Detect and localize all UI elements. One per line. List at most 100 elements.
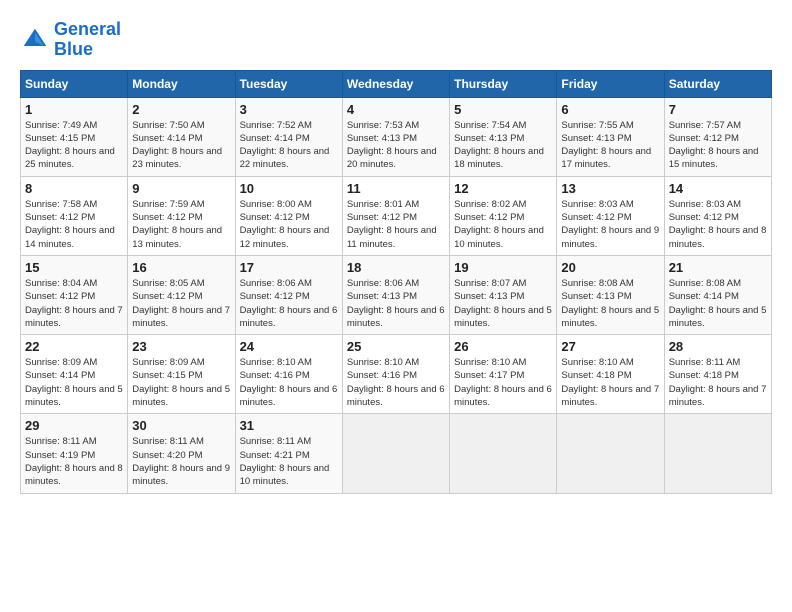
calendar-body: 1 Sunrise: 7:49 AM Sunset: 4:15 PM Dayli… bbox=[21, 97, 772, 493]
calendar-cell bbox=[557, 414, 664, 493]
header-day-thursday: Thursday bbox=[450, 70, 557, 97]
day-number: 10 bbox=[240, 181, 338, 196]
calendar-week-5: 29 Sunrise: 8:11 AM Sunset: 4:19 PM Dayl… bbox=[21, 414, 772, 493]
calendar-cell: 8 Sunrise: 7:58 AM Sunset: 4:12 PM Dayli… bbox=[21, 176, 128, 255]
day-info: Sunrise: 7:50 AM Sunset: 4:14 PM Dayligh… bbox=[132, 119, 230, 172]
day-number: 25 bbox=[347, 339, 445, 354]
calendar-cell: 18 Sunrise: 8:06 AM Sunset: 4:13 PM Dayl… bbox=[342, 255, 449, 334]
day-info: Sunrise: 8:11 AM Sunset: 4:21 PM Dayligh… bbox=[240, 435, 338, 488]
day-number: 21 bbox=[669, 260, 767, 275]
calendar-cell: 6 Sunrise: 7:55 AM Sunset: 4:13 PM Dayli… bbox=[557, 97, 664, 176]
day-info: Sunrise: 8:06 AM Sunset: 4:13 PM Dayligh… bbox=[347, 277, 445, 330]
logo-icon bbox=[20, 25, 50, 55]
calendar-cell bbox=[342, 414, 449, 493]
calendar-cell: 4 Sunrise: 7:53 AM Sunset: 4:13 PM Dayli… bbox=[342, 97, 449, 176]
day-number: 13 bbox=[561, 181, 659, 196]
day-info: Sunrise: 7:52 AM Sunset: 4:14 PM Dayligh… bbox=[240, 119, 338, 172]
calendar-week-4: 22 Sunrise: 8:09 AM Sunset: 4:14 PM Dayl… bbox=[21, 335, 772, 414]
calendar-cell: 16 Sunrise: 8:05 AM Sunset: 4:12 PM Dayl… bbox=[128, 255, 235, 334]
day-number: 1 bbox=[25, 102, 123, 117]
header-day-monday: Monday bbox=[128, 70, 235, 97]
calendar-cell: 9 Sunrise: 7:59 AM Sunset: 4:12 PM Dayli… bbox=[128, 176, 235, 255]
calendar-cell: 11 Sunrise: 8:01 AM Sunset: 4:12 PM Dayl… bbox=[342, 176, 449, 255]
day-info: Sunrise: 7:59 AM Sunset: 4:12 PM Dayligh… bbox=[132, 198, 230, 251]
day-info: Sunrise: 8:10 AM Sunset: 4:16 PM Dayligh… bbox=[240, 356, 338, 409]
day-number: 20 bbox=[561, 260, 659, 275]
calendar-cell: 29 Sunrise: 8:11 AM Sunset: 4:19 PM Dayl… bbox=[21, 414, 128, 493]
day-info: Sunrise: 8:03 AM Sunset: 4:12 PM Dayligh… bbox=[561, 198, 659, 251]
header-day-wednesday: Wednesday bbox=[342, 70, 449, 97]
day-number: 19 bbox=[454, 260, 552, 275]
calendar-cell bbox=[664, 414, 771, 493]
day-number: 12 bbox=[454, 181, 552, 196]
calendar-cell: 22 Sunrise: 8:09 AM Sunset: 4:14 PM Dayl… bbox=[21, 335, 128, 414]
day-info: Sunrise: 8:08 AM Sunset: 4:14 PM Dayligh… bbox=[669, 277, 767, 330]
day-info: Sunrise: 8:10 AM Sunset: 4:18 PM Dayligh… bbox=[561, 356, 659, 409]
day-info: Sunrise: 8:01 AM Sunset: 4:12 PM Dayligh… bbox=[347, 198, 445, 251]
calendar-cell: 27 Sunrise: 8:10 AM Sunset: 4:18 PM Dayl… bbox=[557, 335, 664, 414]
header-day-saturday: Saturday bbox=[664, 70, 771, 97]
day-info: Sunrise: 7:53 AM Sunset: 4:13 PM Dayligh… bbox=[347, 119, 445, 172]
calendar-cell: 26 Sunrise: 8:10 AM Sunset: 4:17 PM Dayl… bbox=[450, 335, 557, 414]
calendar-cell: 14 Sunrise: 8:03 AM Sunset: 4:12 PM Dayl… bbox=[664, 176, 771, 255]
calendar-cell: 31 Sunrise: 8:11 AM Sunset: 4:21 PM Dayl… bbox=[235, 414, 342, 493]
day-info: Sunrise: 7:55 AM Sunset: 4:13 PM Dayligh… bbox=[561, 119, 659, 172]
calendar-cell: 17 Sunrise: 8:06 AM Sunset: 4:12 PM Dayl… bbox=[235, 255, 342, 334]
day-info: Sunrise: 8:02 AM Sunset: 4:12 PM Dayligh… bbox=[454, 198, 552, 251]
day-number: 26 bbox=[454, 339, 552, 354]
day-info: Sunrise: 8:07 AM Sunset: 4:13 PM Dayligh… bbox=[454, 277, 552, 330]
calendar-cell: 24 Sunrise: 8:10 AM Sunset: 4:16 PM Dayl… bbox=[235, 335, 342, 414]
day-number: 2 bbox=[132, 102, 230, 117]
calendar-table: SundayMondayTuesdayWednesdayThursdayFrid… bbox=[20, 70, 772, 494]
day-number: 9 bbox=[132, 181, 230, 196]
calendar-cell: 25 Sunrise: 8:10 AM Sunset: 4:16 PM Dayl… bbox=[342, 335, 449, 414]
calendar-cell: 1 Sunrise: 7:49 AM Sunset: 4:15 PM Dayli… bbox=[21, 97, 128, 176]
calendar-cell: 30 Sunrise: 8:11 AM Sunset: 4:20 PM Dayl… bbox=[128, 414, 235, 493]
page-header: General Blue bbox=[20, 20, 772, 60]
day-info: Sunrise: 8:06 AM Sunset: 4:12 PM Dayligh… bbox=[240, 277, 338, 330]
calendar-cell: 23 Sunrise: 8:09 AM Sunset: 4:15 PM Dayl… bbox=[128, 335, 235, 414]
day-info: Sunrise: 8:11 AM Sunset: 4:18 PM Dayligh… bbox=[669, 356, 767, 409]
calendar-cell: 15 Sunrise: 8:04 AM Sunset: 4:12 PM Dayl… bbox=[21, 255, 128, 334]
calendar-cell: 3 Sunrise: 7:52 AM Sunset: 4:14 PM Dayli… bbox=[235, 97, 342, 176]
header-day-sunday: Sunday bbox=[21, 70, 128, 97]
day-info: Sunrise: 8:11 AM Sunset: 4:20 PM Dayligh… bbox=[132, 435, 230, 488]
day-number: 27 bbox=[561, 339, 659, 354]
day-info: Sunrise: 7:57 AM Sunset: 4:12 PM Dayligh… bbox=[669, 119, 767, 172]
day-info: Sunrise: 8:04 AM Sunset: 4:12 PM Dayligh… bbox=[25, 277, 123, 330]
day-number: 14 bbox=[669, 181, 767, 196]
day-number: 23 bbox=[132, 339, 230, 354]
calendar-week-3: 15 Sunrise: 8:04 AM Sunset: 4:12 PM Dayl… bbox=[21, 255, 772, 334]
day-info: Sunrise: 8:10 AM Sunset: 4:16 PM Dayligh… bbox=[347, 356, 445, 409]
calendar-cell: 19 Sunrise: 8:07 AM Sunset: 4:13 PM Dayl… bbox=[450, 255, 557, 334]
day-info: Sunrise: 7:54 AM Sunset: 4:13 PM Dayligh… bbox=[454, 119, 552, 172]
day-info: Sunrise: 7:58 AM Sunset: 4:12 PM Dayligh… bbox=[25, 198, 123, 251]
day-number: 30 bbox=[132, 418, 230, 433]
calendar-cell: 28 Sunrise: 8:11 AM Sunset: 4:18 PM Dayl… bbox=[664, 335, 771, 414]
calendar-cell: 13 Sunrise: 8:03 AM Sunset: 4:12 PM Dayl… bbox=[557, 176, 664, 255]
day-number: 22 bbox=[25, 339, 123, 354]
calendar-cell bbox=[450, 414, 557, 493]
calendar-cell: 20 Sunrise: 8:08 AM Sunset: 4:13 PM Dayl… bbox=[557, 255, 664, 334]
day-info: Sunrise: 8:11 AM Sunset: 4:19 PM Dayligh… bbox=[25, 435, 123, 488]
calendar-week-2: 8 Sunrise: 7:58 AM Sunset: 4:12 PM Dayli… bbox=[21, 176, 772, 255]
day-info: Sunrise: 7:49 AM Sunset: 4:15 PM Dayligh… bbox=[25, 119, 123, 172]
day-info: Sunrise: 8:03 AM Sunset: 4:12 PM Dayligh… bbox=[669, 198, 767, 251]
calendar-header: SundayMondayTuesdayWednesdayThursdayFrid… bbox=[21, 70, 772, 97]
calendar-cell: 21 Sunrise: 8:08 AM Sunset: 4:14 PM Dayl… bbox=[664, 255, 771, 334]
calendar-cell: 12 Sunrise: 8:02 AM Sunset: 4:12 PM Dayl… bbox=[450, 176, 557, 255]
day-number: 29 bbox=[25, 418, 123, 433]
day-number: 4 bbox=[347, 102, 445, 117]
day-number: 7 bbox=[669, 102, 767, 117]
logo-text: General Blue bbox=[54, 20, 121, 60]
day-number: 24 bbox=[240, 339, 338, 354]
day-info: Sunrise: 8:09 AM Sunset: 4:15 PM Dayligh… bbox=[132, 356, 230, 409]
day-info: Sunrise: 8:08 AM Sunset: 4:13 PM Dayligh… bbox=[561, 277, 659, 330]
day-info: Sunrise: 8:09 AM Sunset: 4:14 PM Dayligh… bbox=[25, 356, 123, 409]
day-number: 31 bbox=[240, 418, 338, 433]
day-number: 16 bbox=[132, 260, 230, 275]
day-number: 18 bbox=[347, 260, 445, 275]
calendar-cell: 5 Sunrise: 7:54 AM Sunset: 4:13 PM Dayli… bbox=[450, 97, 557, 176]
day-number: 17 bbox=[240, 260, 338, 275]
calendar-cell: 7 Sunrise: 7:57 AM Sunset: 4:12 PM Dayli… bbox=[664, 97, 771, 176]
